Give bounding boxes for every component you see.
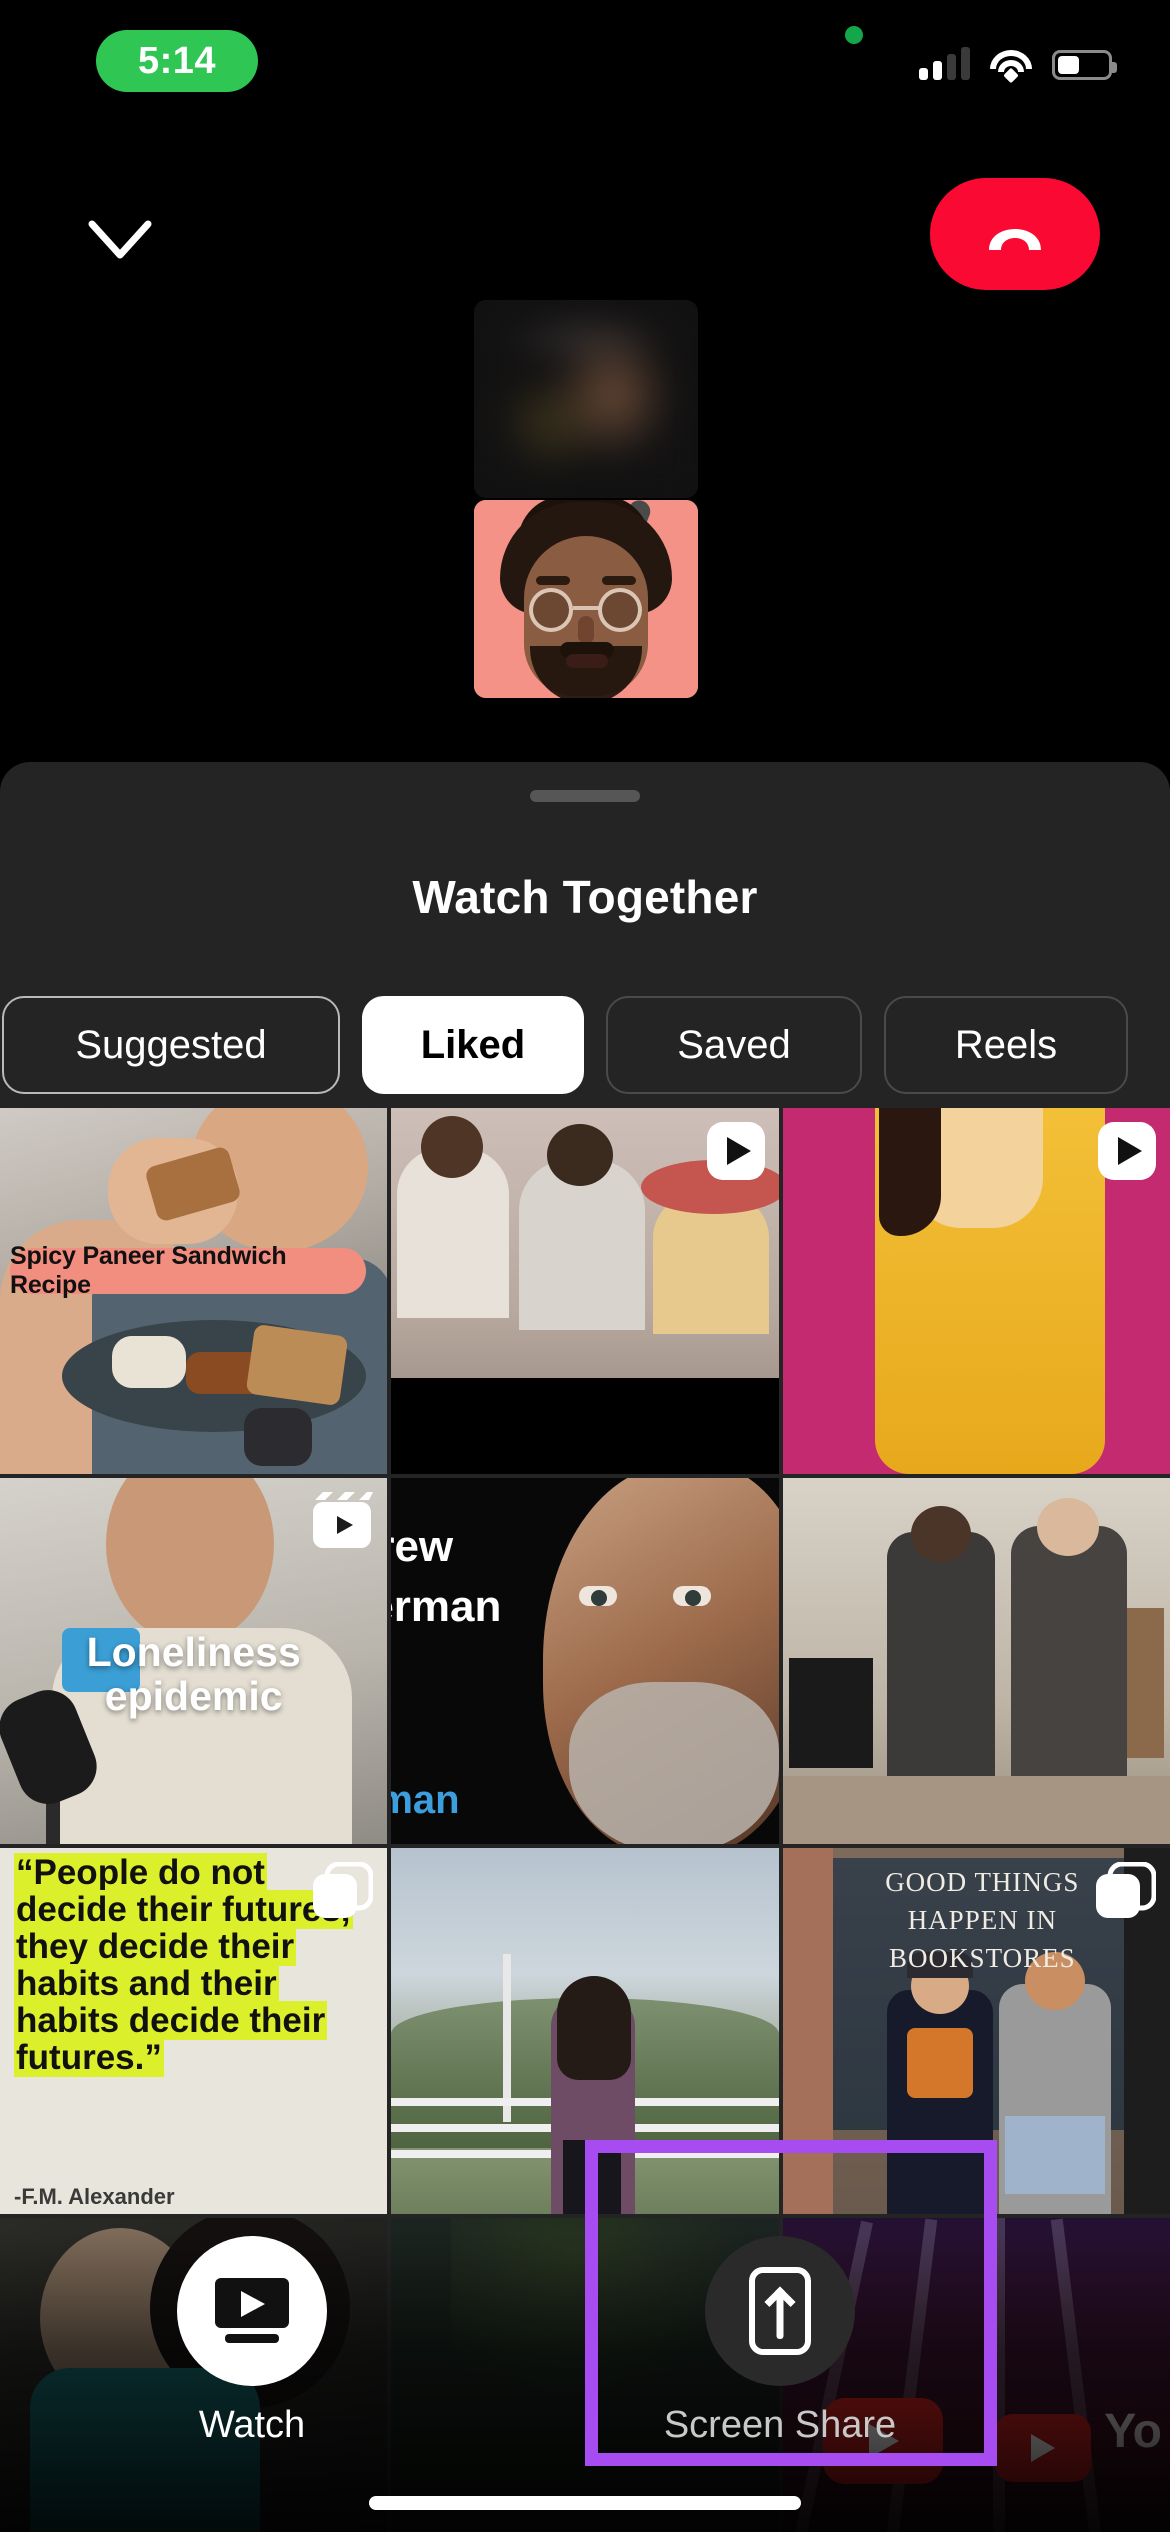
quote-text: “People do not decide their futures, the…	[14, 1853, 353, 2078]
tab-reels[interactable]: Reels	[884, 996, 1128, 1094]
thumbnail-image	[391, 1848, 779, 2214]
sign-line3: BOOKSTORES	[889, 1942, 1076, 1973]
battery-icon	[1052, 50, 1117, 80]
play-icon	[706, 1122, 765, 1180]
thumbnail-caption: GOOD THINGS HAPPEN IN BOOKSTORES	[835, 1864, 1130, 1977]
watch-button[interactable]: Watch	[102, 2236, 402, 2447]
tab-liked[interactable]: Liked	[362, 996, 584, 1094]
green-recording-dot-icon	[845, 26, 863, 44]
cellular-signal-icon	[919, 47, 970, 80]
end-call-handset-icon	[989, 229, 1041, 250]
tab-saved[interactable]: Saved	[606, 996, 862, 1094]
sign-line1: GOOD THINGS	[885, 1867, 1080, 1897]
active-call-time-pill[interactable]: 5:14	[96, 30, 258, 92]
sheet-drag-handle[interactable]	[530, 790, 640, 802]
facetime-watch-together-screen: 5:14 Watch Together Suggested Liked Save…	[0, 0, 1170, 2532]
home-indicator[interactable]	[369, 2496, 801, 2510]
grid-item-market[interactable]	[391, 1108, 779, 1474]
grid-item-loneliness-epidemic[interactable]: Loneliness epidemic	[0, 1478, 388, 1844]
screen-share-button-circle	[705, 2236, 855, 2386]
thumbnail-caption: Loneliness epidemic	[86, 1629, 301, 1720]
end-call-button[interactable]	[930, 178, 1100, 290]
carousel-icon	[1096, 1862, 1156, 1918]
video-tiles	[474, 300, 698, 698]
grid-item-spicy-paneer[interactable]: Spicy Paneer Sandwich Recipe	[0, 1108, 388, 1474]
thumbnail-caption-line2: erman	[391, 1582, 502, 1631]
reel-icon	[313, 1492, 374, 1548]
call-action-bar: Watch Screen Share	[0, 2202, 1170, 2532]
grid-item-mountain-balcony[interactable]	[391, 1848, 779, 2214]
status-bar: 5:14	[0, 0, 1170, 96]
watch-button-circle	[177, 2236, 327, 2386]
screen-share-button[interactable]: Screen Share	[630, 2236, 930, 2447]
thumbnail-image	[782, 1478, 1170, 1844]
wifi-icon	[990, 48, 1032, 84]
minimize-call-button[interactable]	[70, 190, 170, 290]
remote-participant-tile[interactable]	[474, 300, 698, 498]
sign-line2: HAPPEN IN	[907, 1904, 1057, 1935]
remote-video-feed	[474, 300, 698, 498]
tab-suggested[interactable]: Suggested	[2, 996, 340, 1094]
self-view-tile[interactable]	[474, 500, 698, 698]
watch-button-label: Watch	[198, 2404, 306, 2446]
grid-item-habits-quote[interactable]: “People do not decide their futures, the…	[0, 1848, 388, 2214]
thumbnail-caption-line1: rew	[391, 1522, 454, 1571]
content-filter-tabs: Suggested Liked Saved Reels	[0, 984, 1170, 1106]
self-video-feed	[474, 500, 698, 698]
screen-share-button-label: Screen Share	[663, 2404, 897, 2446]
carousel-icon	[313, 1862, 374, 1918]
chevron-down-icon	[88, 220, 152, 259]
phone-arrow-up-icon	[749, 2267, 811, 2355]
thumbnail-caption-line3: man	[391, 1778, 460, 1822]
thumbnail-caption: Spicy Paneer Sandwich Recipe	[10, 1242, 366, 1299]
grid-item-huberman[interactable]: rew erman man	[391, 1478, 779, 1844]
play-icon	[1098, 1122, 1156, 1180]
sheet-title: Watch Together	[412, 871, 758, 923]
status-bar-right-icons	[919, 40, 1117, 84]
monitor-play-icon	[215, 2278, 289, 2344]
grid-item-bookstore[interactable]: GOOD THINGS HAPPEN IN BOOKSTORES	[782, 1848, 1170, 2214]
grid-item-yellow-dress[interactable]	[782, 1108, 1170, 1474]
grid-item-two-men-flannel[interactable]	[782, 1478, 1170, 1844]
